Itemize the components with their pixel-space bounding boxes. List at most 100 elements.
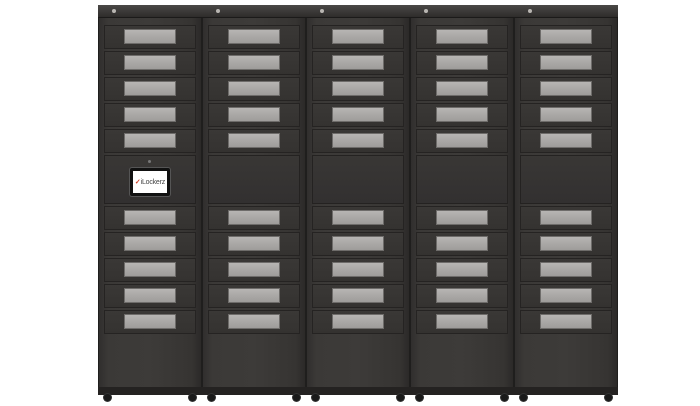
locker-door-lower-5[interactable] — [416, 310, 508, 334]
caster-wheel-icon — [293, 394, 300, 401]
locker-door-lower-1[interactable] — [520, 206, 612, 230]
locker-door-lower-3[interactable] — [312, 258, 404, 282]
screw-icon — [424, 9, 428, 13]
locker-window — [228, 210, 280, 225]
locker-door-upper-2[interactable] — [104, 51, 196, 75]
cabinet-base — [98, 387, 202, 395]
locker-window — [124, 133, 176, 148]
locker-window — [332, 55, 384, 70]
locker-window — [228, 314, 280, 329]
kiosk-panel: ✓iLockerz — [104, 155, 196, 204]
cabinet-5 — [514, 5, 618, 401]
locker-door-lower-1[interactable] — [208, 206, 300, 230]
cabinet-top — [202, 5, 306, 18]
locker-door-upper-3[interactable] — [520, 77, 612, 101]
locker-door-upper-1[interactable] — [416, 25, 508, 49]
screw-icon — [112, 9, 116, 13]
locker-door-upper-3[interactable] — [312, 77, 404, 101]
locker-door-lower-3[interactable] — [104, 258, 196, 282]
locker-door-lower-1[interactable] — [416, 206, 508, 230]
locker-window — [436, 107, 488, 122]
locker-window — [332, 236, 384, 251]
caster-wheel-icon — [501, 394, 508, 401]
caster-wheel-icon — [312, 394, 319, 401]
kiosk-display: ✓iLockerz — [133, 171, 167, 193]
locker-door-lower-3[interactable] — [520, 258, 612, 282]
locker-window — [124, 262, 176, 277]
locker-door-lower-2[interactable] — [520, 232, 612, 256]
kiosk-touchscreen[interactable]: ✓iLockerz — [130, 168, 170, 196]
caster-wheel-icon — [520, 394, 527, 401]
locker-door-upper-2[interactable] — [416, 51, 508, 75]
locker-door-lower-5[interactable] — [312, 310, 404, 334]
locker-door-lower-2[interactable] — [104, 232, 196, 256]
cabinet-4 — [410, 5, 514, 401]
locker-door-upper-5[interactable] — [520, 129, 612, 153]
locker-door-lower-2[interactable] — [208, 232, 300, 256]
locker-window — [124, 29, 176, 44]
locker-door-upper-4[interactable] — [416, 103, 508, 127]
brand-name: iLockerz — [140, 179, 166, 186]
locker-door-upper-4[interactable] — [312, 103, 404, 127]
locker-door-upper-5[interactable] — [312, 129, 404, 153]
cabinet-top — [410, 5, 514, 18]
locker-door-lower-3[interactable] — [208, 258, 300, 282]
camera-icon — [148, 160, 151, 163]
locker-window — [332, 107, 384, 122]
locker-door-upper-1[interactable] — [208, 25, 300, 49]
locker-door-lower-4[interactable] — [208, 284, 300, 308]
locker-door-upper-5[interactable] — [416, 129, 508, 153]
locker-door-upper-1[interactable] — [312, 25, 404, 49]
cabinet-1: ✓iLockerz — [98, 5, 202, 401]
locker-door-upper-5[interactable] — [104, 129, 196, 153]
locker-window — [436, 262, 488, 277]
locker-door-lower-1[interactable] — [104, 206, 196, 230]
locker-window — [540, 288, 592, 303]
locker-window — [228, 262, 280, 277]
locker-door-lower-3[interactable] — [416, 258, 508, 282]
locker-door-lower-2[interactable] — [416, 232, 508, 256]
caster-wheel-icon — [416, 394, 423, 401]
locker-door-upper-3[interactable] — [208, 77, 300, 101]
locker-door-upper-4[interactable] — [104, 103, 196, 127]
locker-door-upper-1[interactable] — [104, 25, 196, 49]
locker-door-upper-2[interactable] — [208, 51, 300, 75]
locker-door-lower-4[interactable] — [104, 284, 196, 308]
caster-wheel-icon — [397, 394, 404, 401]
screw-icon — [528, 9, 532, 13]
locker-door-upper-4[interactable] — [520, 103, 612, 127]
locker-door-lower-4[interactable] — [520, 284, 612, 308]
locker-door-lower-1[interactable] — [312, 206, 404, 230]
locker-door-lower-2[interactable] — [312, 232, 404, 256]
cabinet-top — [98, 5, 202, 18]
locker-window — [436, 236, 488, 251]
screw-icon — [320, 9, 324, 13]
locker-door-lower-5[interactable] — [104, 310, 196, 334]
cabinet-base — [202, 387, 306, 395]
locker-door-upper-2[interactable] — [312, 51, 404, 75]
locker-door-upper-4[interactable] — [208, 103, 300, 127]
locker-door-lower-5[interactable] — [520, 310, 612, 334]
caster-wheel-icon — [104, 394, 111, 401]
locker-window — [436, 288, 488, 303]
locker-window — [228, 288, 280, 303]
locker-window — [124, 210, 176, 225]
locker-door-lower-4[interactable] — [416, 284, 508, 308]
cabinet-base — [306, 387, 410, 395]
blank-panel — [416, 155, 508, 204]
locker-door-upper-2[interactable] — [520, 51, 612, 75]
locker-door-lower-4[interactable] — [312, 284, 404, 308]
cabinet-top — [514, 5, 618, 18]
cabinet-3 — [306, 5, 410, 401]
locker-window — [540, 107, 592, 122]
locker-door-upper-3[interactable] — [104, 77, 196, 101]
locker-window — [436, 29, 488, 44]
caster-wheel-icon — [189, 394, 196, 401]
locker-door-upper-1[interactable] — [520, 25, 612, 49]
locker-window — [228, 107, 280, 122]
locker-door-lower-5[interactable] — [208, 310, 300, 334]
locker-door-upper-5[interactable] — [208, 129, 300, 153]
locker-window — [228, 133, 280, 148]
locker-door-upper-3[interactable] — [416, 77, 508, 101]
locker-window — [124, 107, 176, 122]
